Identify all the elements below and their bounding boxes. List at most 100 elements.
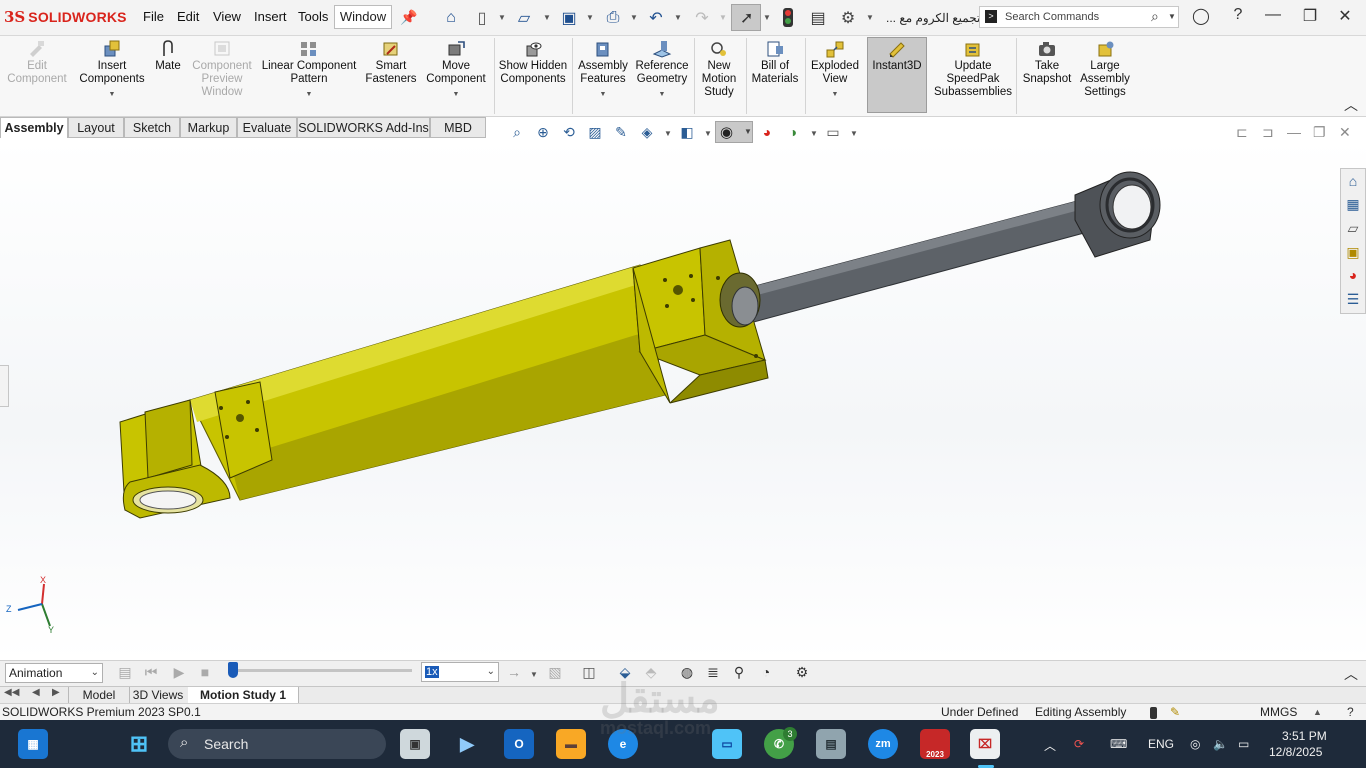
dynamic-annotation-icon[interactable]: ✎ — [612, 123, 630, 141]
file-explorer-icon[interactable]: ▬ — [556, 729, 586, 759]
viewport-close-icon[interactable]: ✕ — [1339, 124, 1351, 141]
piston-rod[interactable] — [739, 194, 1111, 324]
tab-sketch[interactable]: Sketch — [124, 117, 180, 138]
volume-icon[interactable]: 🔈 — [1213, 737, 1228, 751]
chevron-down-icon[interactable]: ▼ — [422, 88, 490, 101]
take-snapshot-button[interactable]: Take Snapshot — [1018, 40, 1076, 86]
chevron-down-icon[interactable]: ▼ — [543, 13, 551, 22]
contact-icon[interactable]: ⚲ — [730, 664, 748, 681]
smart-fasteners-button[interactable]: Smart Fasteners — [362, 40, 420, 86]
status-help-icon[interactable]: ? — [1347, 704, 1354, 721]
component-preview-window-button[interactable]: Component Preview Window — [188, 40, 256, 99]
file-explorer-folder-icon[interactable]: ▱ — [1344, 219, 1362, 237]
minimize-button[interactable]: — — [1261, 6, 1285, 24]
zoom-icon[interactable]: zm — [868, 729, 898, 759]
close-button[interactable]: ✕ — [1333, 6, 1357, 26]
quick-tips-icon[interactable]: ✎ — [1170, 704, 1180, 721]
collapse-motion-manager-chevron-icon[interactable]: ︿ — [1342, 664, 1360, 684]
search-icon[interactable]: ⌕ — [1151, 8, 1159, 25]
view-settings-monitor-icon[interactable]: ▭ — [824, 123, 842, 141]
view-orientation-icon[interactable]: ◈ — [638, 123, 656, 141]
select-button[interactable]: ➚ — [731, 4, 761, 31]
chevron-down-icon[interactable]: ▼ — [630, 13, 638, 22]
play-icon[interactable]: ▶ — [170, 664, 188, 681]
keyboard-icon[interactable]: ⌨ — [1110, 737, 1127, 751]
zoom-to-area-icon[interactable]: ⊕ — [534, 123, 552, 141]
options-gear-icon[interactable]: ⚙ — [838, 8, 858, 28]
rod-end-eye[interactable] — [1074, 171, 1161, 258]
tab-assembly[interactable]: Assembly — [0, 117, 68, 138]
clock-time[interactable]: 3:51 PM — [1282, 729, 1327, 743]
home-icon[interactable]: ⌂ — [441, 8, 461, 28]
previous-tab-arrow-icon[interactable]: ◀ — [32, 687, 40, 698]
redo-icon[interactable]: ↷ — [692, 8, 712, 28]
user-account-icon[interactable]: ◯ — [1189, 6, 1213, 26]
design-library-icon[interactable]: ▦ — [1344, 195, 1362, 213]
playback-speed-select[interactable]: 1x ⌄ — [421, 662, 499, 682]
menu-edit[interactable]: Edit — [177, 9, 199, 24]
tab-mbd[interactable]: MBD — [430, 117, 486, 138]
save-animation-icon[interactable]: ▧ — [546, 664, 564, 681]
tab-evaluate[interactable]: Evaluate — [237, 117, 297, 138]
tab-layout[interactable]: Layout — [68, 117, 124, 138]
play-from-start-icon[interactable]: ⏮ — [142, 664, 160, 681]
input-language[interactable]: ENG — [1148, 737, 1174, 751]
new-document-icon[interactable]: ▯ — [472, 8, 492, 28]
chevron-down-icon[interactable]: ▼ — [632, 88, 692, 101]
undo-icon[interactable]: ↶ — [646, 8, 666, 28]
chevron-down-icon[interactable]: ▼ — [1168, 12, 1176, 21]
chevron-down-icon[interactable]: ▼ — [586, 13, 594, 22]
sync-icon[interactable]: ⟳ — [1074, 737, 1084, 751]
taskbar-search-box[interactable]: ⌕ Search — [168, 729, 386, 759]
chevron-down-icon[interactable]: ▼ — [76, 88, 148, 101]
open-icon[interactable]: ▱ — [514, 8, 534, 28]
rebuild-status-icon[interactable] — [1150, 707, 1157, 719]
restore-button[interactable]: ❐ — [1298, 6, 1322, 26]
insert-components-button[interactable]: Insert Components ▼ — [76, 40, 148, 101]
solidworks-logo[interactable]: 3S SOLIDWORKS — [4, 6, 127, 28]
show-hidden-icons-chevron-icon[interactable]: ︿ — [1044, 737, 1056, 754]
outlook-icon[interactable]: O — [504, 729, 534, 759]
video-call-icon[interactable]: ▶ — [452, 729, 482, 759]
chevron-down-icon[interactable]: ▼ — [807, 88, 863, 101]
menu-view[interactable]: View — [213, 9, 241, 24]
tab-markup[interactable]: Markup — [180, 117, 237, 138]
motion-study-properties-gear-icon[interactable]: ⚙ — [793, 664, 811, 681]
chevron-down-icon[interactable]: ▼ — [866, 13, 874, 22]
zoom-to-fit-icon[interactable]: ⌕ — [508, 123, 526, 141]
save-icon[interactable]: ▣ — [559, 8, 579, 28]
tile-right-icon[interactable]: ⊐ — [1262, 124, 1274, 141]
reference-geometry-button[interactable]: Reference Geometry ▼ — [632, 40, 692, 101]
chevron-up-icon[interactable]: ▲ — [1313, 704, 1322, 721]
chevron-down-icon[interactable]: ▼ — [530, 670, 538, 679]
print-icon[interactable]: ⎙ — [603, 8, 623, 28]
search-commands-input[interactable]: > Search Commands ⌕ ▼ — [979, 6, 1179, 28]
playback-slider-thumb[interactable] — [228, 662, 238, 678]
gravity-icon[interactable]: ◔ — [757, 664, 775, 680]
exploded-view-button[interactable]: Exploded View ▼ — [807, 40, 863, 101]
network-globe-icon[interactable]: ◎ — [1190, 737, 1200, 751]
help-icon[interactable]: ? — [1226, 6, 1250, 24]
appearances-scenes-icon[interactable]: ◕ — [1344, 266, 1362, 284]
next-tab-arrow-icon[interactable]: ▶ — [52, 687, 60, 698]
chevron-down-icon[interactable]: ▼ — [810, 129, 818, 138]
linear-component-pattern-button[interactable]: Linear Component Pattern ▼ — [258, 40, 360, 101]
viewport-restore-icon[interactable]: ❐ — [1313, 124, 1326, 141]
playback-slider-track[interactable] — [232, 669, 412, 672]
battery-icon[interactable]: ▭ — [1238, 737, 1249, 751]
previous-view-icon[interactable]: ⟲ — [560, 123, 578, 141]
chevron-down-icon[interactable]: ▼ — [576, 88, 630, 101]
show-hidden-components-button[interactable]: Show Hidden Components — [498, 40, 568, 86]
calculate-icon[interactable]: ▤ — [116, 664, 134, 681]
calculator-icon[interactable]: ▤ — [816, 729, 846, 759]
chevron-down-icon[interactable]: ▼ — [664, 129, 672, 138]
section-view-icon[interactable]: ▨ — [586, 123, 604, 141]
chevron-down-icon[interactable]: ▼ — [763, 13, 771, 22]
animation-wizard-icon[interactable]: ◫ — [580, 664, 598, 681]
tab-model[interactable]: Model — [68, 687, 130, 704]
apply-scene-icon[interactable]: ◑ — [784, 123, 802, 141]
viewport-minimize-icon[interactable]: — — [1287, 124, 1301, 140]
widgets-icon[interactable]: ▦ — [18, 729, 48, 759]
edit-appearance-icon[interactable]: ◕ — [758, 123, 776, 141]
solidworks-2023-icon[interactable]: 2023 — [920, 729, 950, 759]
